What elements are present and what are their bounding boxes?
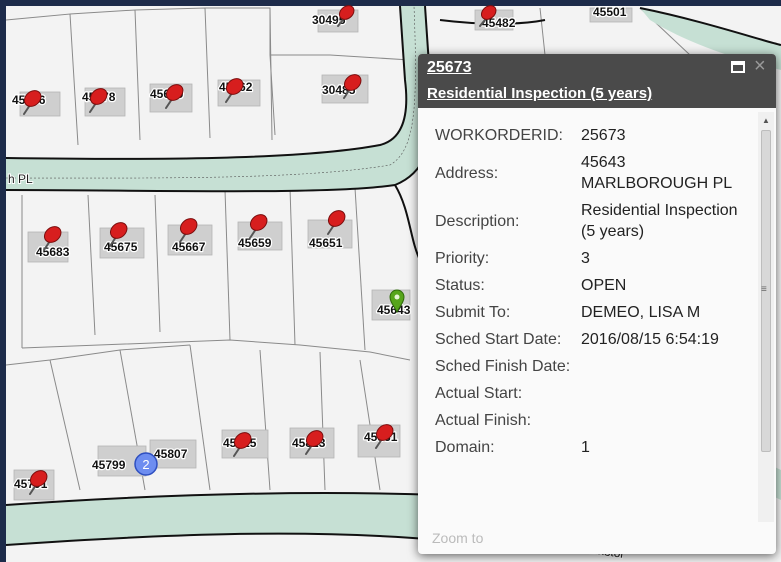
- parcel-label: 45667: [172, 240, 206, 254]
- attribute-key: Sched Start Date:: [435, 331, 562, 348]
- attribute-row: WORKORDERID: 25673: [432, 122, 748, 149]
- parcel-label: 45683: [36, 245, 70, 259]
- attribute-row: Submit To: DEMEO, LISA M: [432, 299, 748, 326]
- parcel-label: 45675: [104, 240, 138, 254]
- parcel-label: 45659: [238, 236, 272, 250]
- attribute-row: Sched Finish Date:: [432, 353, 748, 380]
- attribute-key: Status:: [435, 277, 485, 294]
- attribute-key: Address:: [435, 164, 499, 182]
- attribute-row: Status: OPEN: [432, 272, 748, 299]
- work-order-id-link[interactable]: 25673: [427, 59, 472, 77]
- attribute-key: Priority:: [435, 250, 490, 267]
- maximize-icon[interactable]: [731, 61, 745, 73]
- attribute-row: Priority: 3: [432, 245, 748, 272]
- attribute-value: 25673: [581, 127, 626, 144]
- parcel-label: 45807: [154, 447, 188, 461]
- attribute-value: 1: [581, 439, 590, 456]
- attribute-key: Submit To:: [435, 304, 511, 321]
- attribute-value: [578, 407, 748, 434]
- attribute-row: Description: Residential Inspection (5 ye…: [432, 197, 748, 245]
- attribute-value: 45643 MARLBOROUGH PL: [581, 154, 733, 192]
- cluster-count: 2: [142, 457, 149, 472]
- attribute-key: Actual Start:: [435, 385, 523, 402]
- feature-popup: 25673 Residential Inspection (5 years) ×…: [418, 54, 776, 554]
- attribute-value: Residential Inspection (5 years): [581, 202, 738, 240]
- attribute-row: Address: 45643 MARLBOROUGH PL: [432, 149, 748, 197]
- attribute-key: Description:: [435, 212, 520, 230]
- attribute-value: DEMEO, LISA M: [581, 304, 701, 321]
- attribute-key: Actual Finish:: [435, 412, 532, 429]
- attribute-key: Sched Finish Date:: [435, 358, 571, 375]
- attribute-value: 3: [581, 250, 590, 267]
- grip-icon: ≡: [761, 284, 767, 295]
- attribute-row: Actual Start:: [432, 380, 748, 407]
- zoom-to-link[interactable]: Zoom to: [432, 530, 483, 546]
- attribute-row: Sched Start Date: 2016/08/15 6:54:19: [432, 326, 748, 353]
- popup-header: 25673 Residential Inspection (5 years) ×: [418, 54, 776, 108]
- attribute-key: Domain:: [435, 439, 495, 456]
- parcel-label: 45651: [309, 236, 343, 250]
- cluster-marker[interactable]: 2: [134, 452, 158, 476]
- attribute-table: WORKORDERID: 25673 Address: 45643 MARLBOROU…: [432, 122, 748, 461]
- street-label: h PL: [8, 172, 33, 186]
- popup-scrollbar[interactable]: ▲ ≡ ▼: [758, 112, 774, 522]
- attribute-value: OPEN: [581, 277, 627, 294]
- attribute-key: WORKORDERID:: [435, 127, 563, 144]
- attribute-value: 2016/08/15 6:54:19: [581, 331, 719, 348]
- parcel-label: 45799: [92, 458, 126, 472]
- attribute-value: [578, 353, 748, 380]
- popup-title-link[interactable]: Residential Inspection (5 years): [427, 85, 652, 102]
- popup-body: WORKORDERID: 25673 Address: 45643 MARLBOROU…: [418, 118, 758, 554]
- attribute-row: Actual Finish:: [432, 407, 748, 434]
- scroll-up-icon[interactable]: ▲: [762, 116, 770, 125]
- close-icon[interactable]: ×: [754, 55, 766, 78]
- parcel-label: 45501: [593, 5, 627, 19]
- attribute-row: Domain: 1: [432, 434, 748, 461]
- attribute-value: [578, 380, 748, 407]
